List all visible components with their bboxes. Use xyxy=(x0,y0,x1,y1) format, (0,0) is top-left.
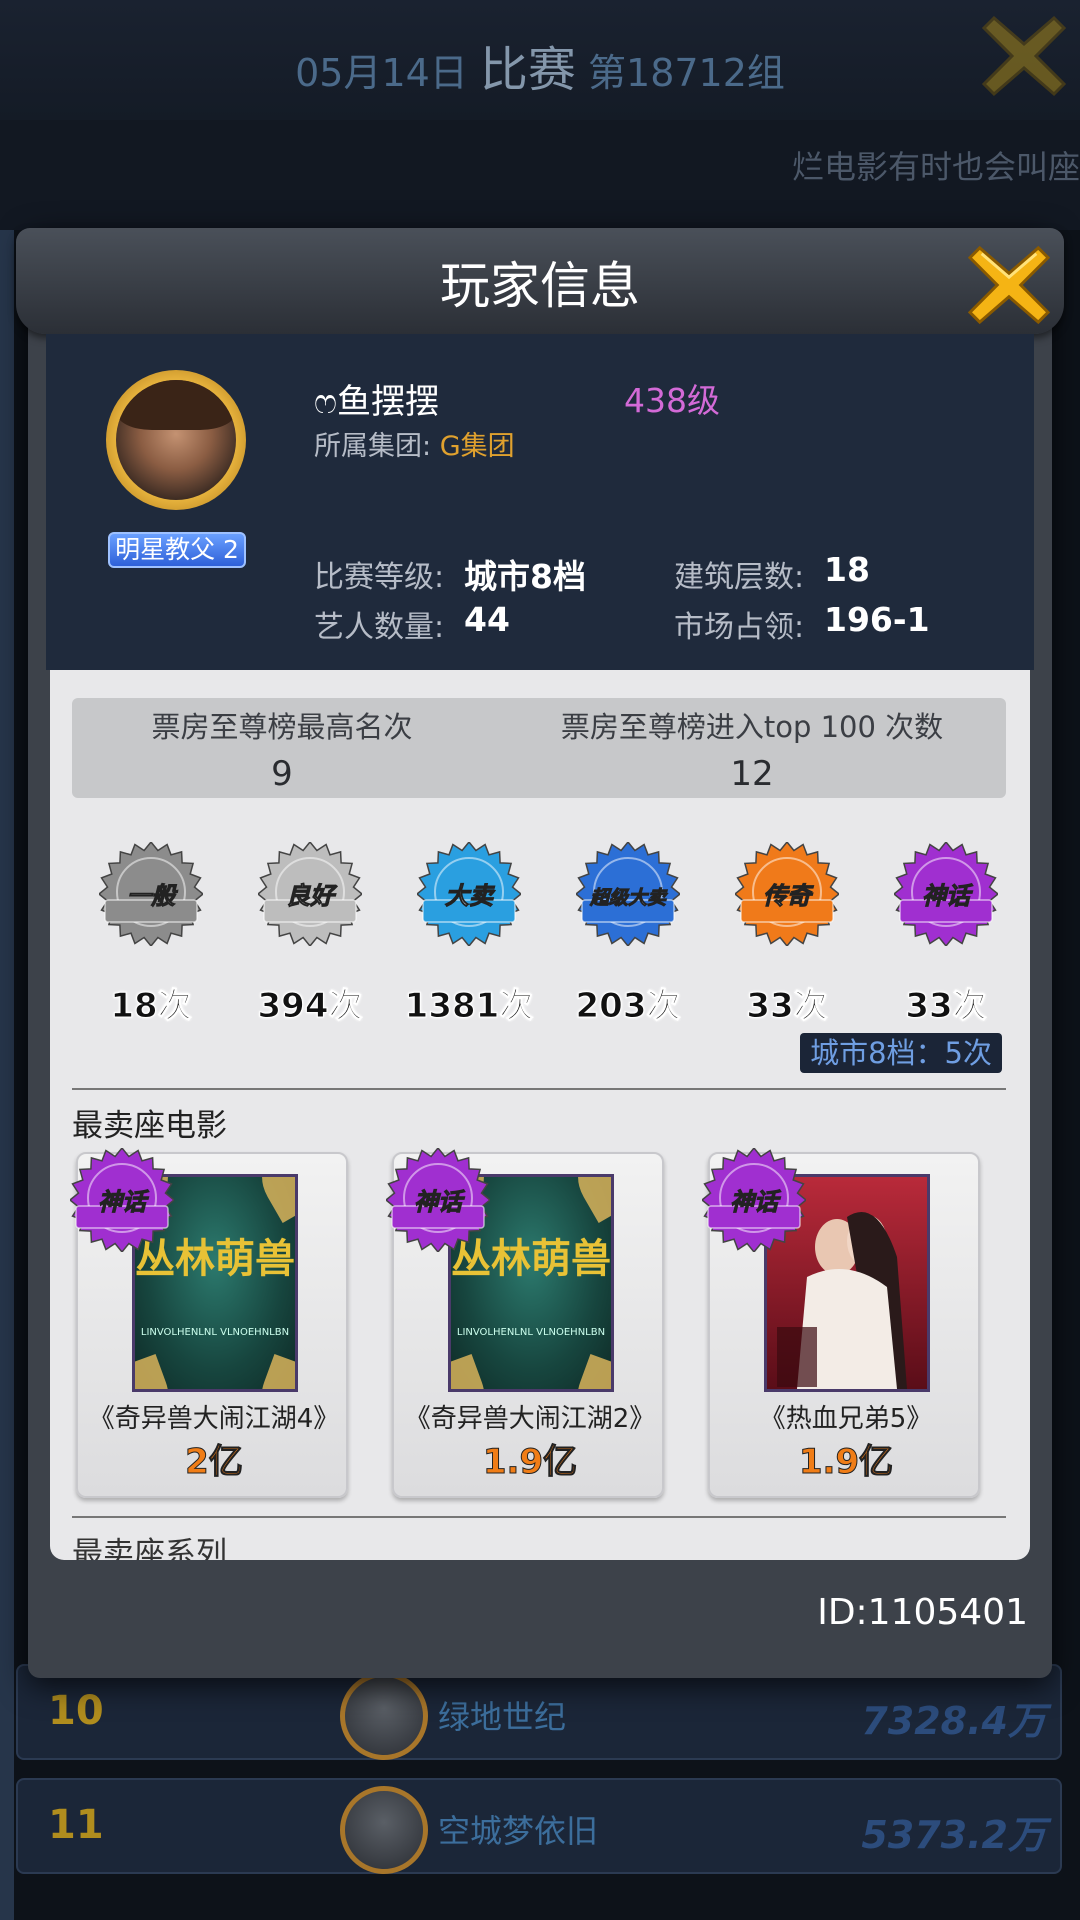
svg-text:大卖: 大卖 xyxy=(445,882,496,910)
row-value: 7328.4万 xyxy=(861,1699,1046,1743)
svg-text:超级大卖: 超级大卖 xyxy=(589,887,668,909)
medal-2-icon: 良好 xyxy=(256,840,364,948)
background-edge xyxy=(0,0,14,1920)
background-ticker: 烂电影有时也会叫座 xyxy=(791,148,1080,186)
medal-1-icon: 一般 xyxy=(97,840,205,948)
film-card[interactable]: 神话《热血兄弟5》 1.9亿 xyxy=(700,1146,980,1498)
film-title: 《热血兄弟5》 xyxy=(759,1404,933,1434)
medal-count: 394次 xyxy=(257,986,363,1027)
svg-text:神话: 神话 xyxy=(730,1188,782,1216)
film-box-office: 1.9亿 xyxy=(798,1442,894,1483)
artists-value: 44 xyxy=(464,600,510,639)
medal-3-icon: 大卖 xyxy=(415,840,523,948)
medal-6-icon: 神话 xyxy=(892,840,1000,948)
building-label: 建筑层数: xyxy=(674,560,805,595)
film-box-office: 2亿 xyxy=(185,1442,244,1483)
medal-count: 203次 xyxy=(575,986,681,1027)
film-box-office: 1.9亿 xyxy=(482,1442,578,1483)
film-title: 《奇异兽大闹江湖4》 xyxy=(88,1404,340,1434)
medal-count: 33次 xyxy=(905,986,987,1027)
row-name: 绿地世纪 xyxy=(438,1698,567,1736)
best-series-title: 最卖座系列 xyxy=(72,1536,227,1560)
player-info-panel: 明星教父 2 ෆ鱼摆摆 438级 所属集团: G集团 比赛等级: 城市8档 建筑… xyxy=(46,334,1034,670)
artists-label: 艺人数量: xyxy=(314,610,445,645)
myth-badge-icon: 神话 xyxy=(68,1146,186,1264)
top100-label: 票房至尊榜进入top 100 次数 xyxy=(560,710,944,744)
svg-text:良好: 良好 xyxy=(286,882,338,910)
title-badge: 明星教父 2 xyxy=(108,532,246,568)
screen: { "background": { "header_date": "05月14日… xyxy=(0,0,1080,1920)
poster-subtitle: LINVOLHENLNL VLNOEHNLBN xyxy=(140,1327,290,1338)
player-level: 438级 xyxy=(624,381,720,420)
divider xyxy=(72,1516,1006,1518)
header-title: 比赛 xyxy=(479,42,576,98)
group-value: G集团 xyxy=(439,431,515,462)
header-date: 05月14日 xyxy=(295,51,468,95)
row-name: 空城梦依旧 xyxy=(438,1812,599,1850)
header-group: 第18712组 xyxy=(588,51,785,95)
myth-badge-icon: 神话 xyxy=(700,1146,818,1264)
match-level-label: 比赛等级: xyxy=(314,560,445,595)
svg-text:神话: 神话 xyxy=(922,882,974,910)
row-value: 5373.2万 xyxy=(861,1813,1046,1857)
player-details-content[interactable]: 票房至尊榜最高名次 9 票房至尊榜进入top 100 次数 12 一般 18次 良好… xyxy=(50,670,1030,1560)
film-title: 《奇异兽大闹江湖2》 xyxy=(404,1404,656,1434)
modal-title: 玩家信息 xyxy=(440,257,640,315)
leaderboard-row[interactable]: 11 空城梦依旧 5373.2万 xyxy=(16,1778,1062,1874)
row-rank: 11 xyxy=(48,1802,104,1848)
best-rank-value: 9 xyxy=(271,754,293,794)
background-header: 05月14日 比赛 第18712组 xyxy=(0,0,1080,120)
best-rank-label: 票房至尊榜最高名次 xyxy=(151,710,413,744)
best-rank: 票房至尊榜最高名次 9 xyxy=(112,704,452,794)
film-card[interactable]: 丛林萌兽 LINVOLHENLNL VLNOEHNLBN 神话 《奇异兽大闹江湖4》 2… xyxy=(68,1146,348,1498)
avatar-image xyxy=(116,380,236,500)
leaderboard-row[interactable]: 10 绿地世纪 7328.4万 xyxy=(16,1664,1062,1760)
market-value: 196-1 xyxy=(824,600,930,639)
medal-count: 1381次 xyxy=(404,986,534,1027)
player-name: ෆ鱼摆摆 xyxy=(314,382,440,422)
ranking-box: 票房至尊榜最高名次 9 票房至尊榜进入top 100 次数 12 xyxy=(72,698,1006,798)
close-icon[interactable] xyxy=(968,244,1050,326)
avatar xyxy=(340,1672,428,1760)
player-info-modal: 玩家信息 明星教父 2 ෆ鱼摆摆 438级 所属集团: G集团 比赛等级: 城市… xyxy=(16,228,1064,1678)
medal-count: 18次 xyxy=(110,986,192,1027)
svg-text:传奇: 传奇 xyxy=(763,882,814,910)
group-info: 所属集团: G集团 xyxy=(314,424,515,463)
modal-title-bar: 玩家信息 xyxy=(16,228,1064,334)
player-avatar[interactable] xyxy=(106,370,246,510)
player-id: ID:1105401 xyxy=(817,1592,1028,1633)
match-level-value: 城市8档 xyxy=(464,557,586,596)
city-level-chip: 城市8档：5次 xyxy=(800,1033,1002,1073)
myth-badge-icon: 神话 xyxy=(384,1146,502,1264)
medal-5-icon: 传奇 xyxy=(733,840,841,948)
building-value: 18 xyxy=(824,550,870,589)
avatar xyxy=(340,1786,428,1874)
top100-value: 12 xyxy=(730,754,774,794)
svg-text:一般: 一般 xyxy=(127,882,178,910)
medal-count: 33次 xyxy=(746,986,828,1027)
poster-subtitle: LINVOLHENLNL VLNOEHNLBN xyxy=(456,1327,606,1338)
svg-text:神话: 神话 xyxy=(98,1188,150,1216)
medal-4-icon: 超级大卖 xyxy=(574,840,682,948)
background-ticker-strip: 烂电影有时也会叫座 xyxy=(0,120,1080,230)
film-card[interactable]: 丛林萌兽 LINVOLHENLNL VLNOEHNLBN 神话 《奇异兽大闹江湖2》 1… xyxy=(384,1146,664,1498)
group-label: 所属集团: xyxy=(314,431,432,462)
top100-count: 票房至尊榜进入top 100 次数 12 xyxy=(532,704,972,794)
row-rank: 10 xyxy=(48,1688,104,1734)
market-label: 市场占领: xyxy=(674,610,805,645)
background-header-title: 05月14日 比赛 第18712组 xyxy=(0,30,1080,100)
avatar-hair xyxy=(116,380,236,430)
divider xyxy=(72,1088,1006,1090)
svg-text:神话: 神话 xyxy=(414,1188,466,1216)
background-close-icon[interactable] xyxy=(982,14,1066,98)
best-films-title: 最卖座电影 xyxy=(72,1108,227,1144)
